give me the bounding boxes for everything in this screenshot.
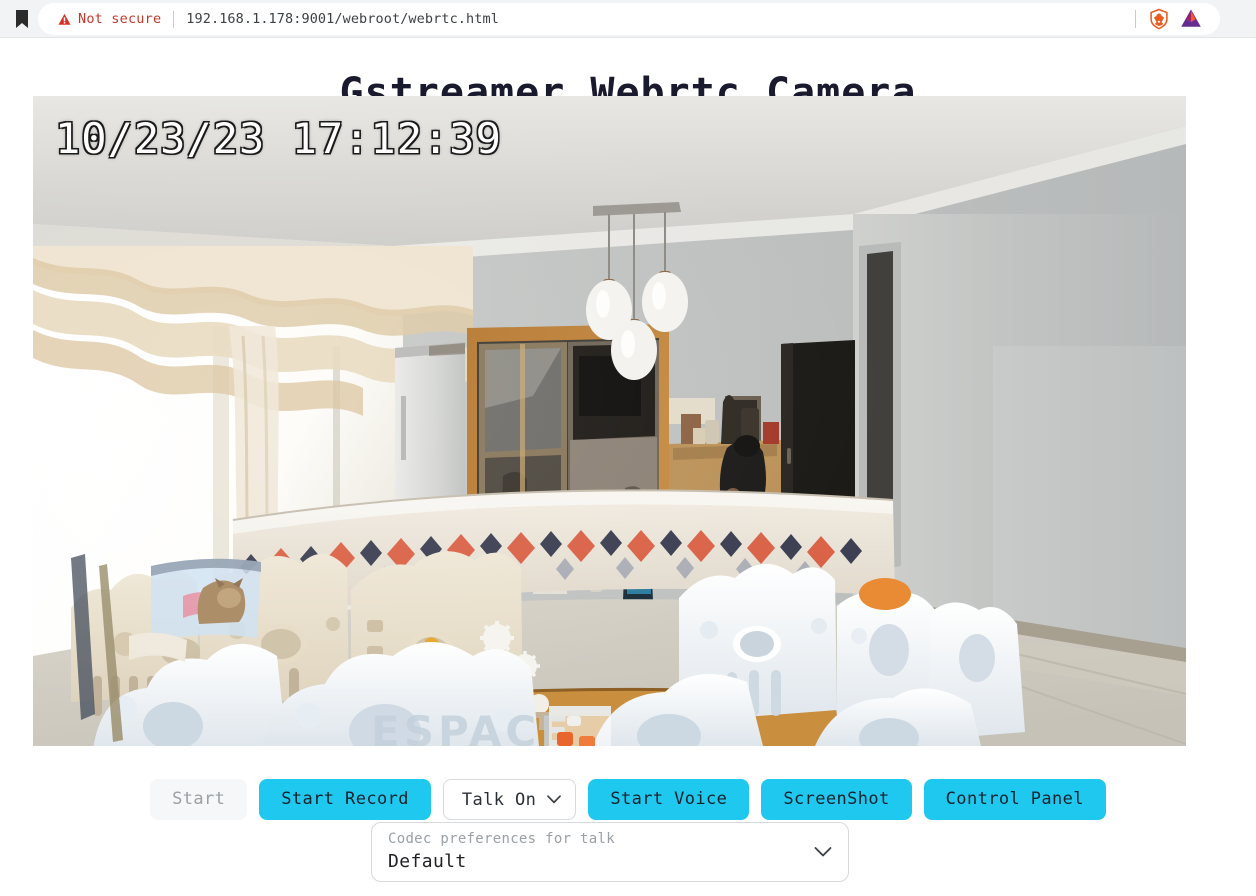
bat-triangle-icon[interactable] [1180,8,1202,30]
codec-preferences-wrapper: Codec preferences for talk Default [371,822,849,882]
codec-preferences-label: Codec preferences for talk [388,831,615,847]
webrtc-video-stream[interactable]: ESPACE 10/23/23 17:12:39 [33,96,1186,746]
start-record-button[interactable]: Start Record [259,779,431,820]
security-warning-label: Not secure [78,11,162,27]
start-button[interactable]: Start [150,779,248,820]
address-bar[interactable]: Not secure 192.168.1.178:9001/webroot/we… [38,3,1220,35]
talk-on-label: Talk On [461,789,537,810]
screenshot-button[interactable]: ScreenShot [761,779,912,820]
omnibox-divider [173,10,175,28]
omnibox-action-divider [1135,10,1136,28]
video-scene-image: ESPACE [33,96,1186,746]
control-panel-button[interactable]: Control Panel [923,779,1106,820]
chevron-down-icon [814,847,832,857]
brave-lion-shield-icon[interactable] [1148,8,1170,30]
bookmark-icon[interactable] [14,9,30,29]
chevron-down-icon [547,795,562,804]
browser-toolbar: Not secure 192.168.1.178:9001/webroot/we… [0,0,1256,38]
security-warning[interactable]: Not secure [58,11,161,27]
url-text: 192.168.1.178:9001/webroot/webrtc.html [186,11,499,27]
warning-triangle-icon [58,13,71,25]
codec-preferences-select[interactable]: Codec preferences for talk Default [371,822,849,882]
omnibox-actions [1135,8,1220,30]
control-button-row: Start Start Record Talk On Start Voice S… [0,779,1256,820]
talk-on-select[interactable]: Talk On [442,779,577,820]
start-voice-button[interactable]: Start Voice [588,779,750,820]
codec-preferences-value: Default [388,851,467,872]
